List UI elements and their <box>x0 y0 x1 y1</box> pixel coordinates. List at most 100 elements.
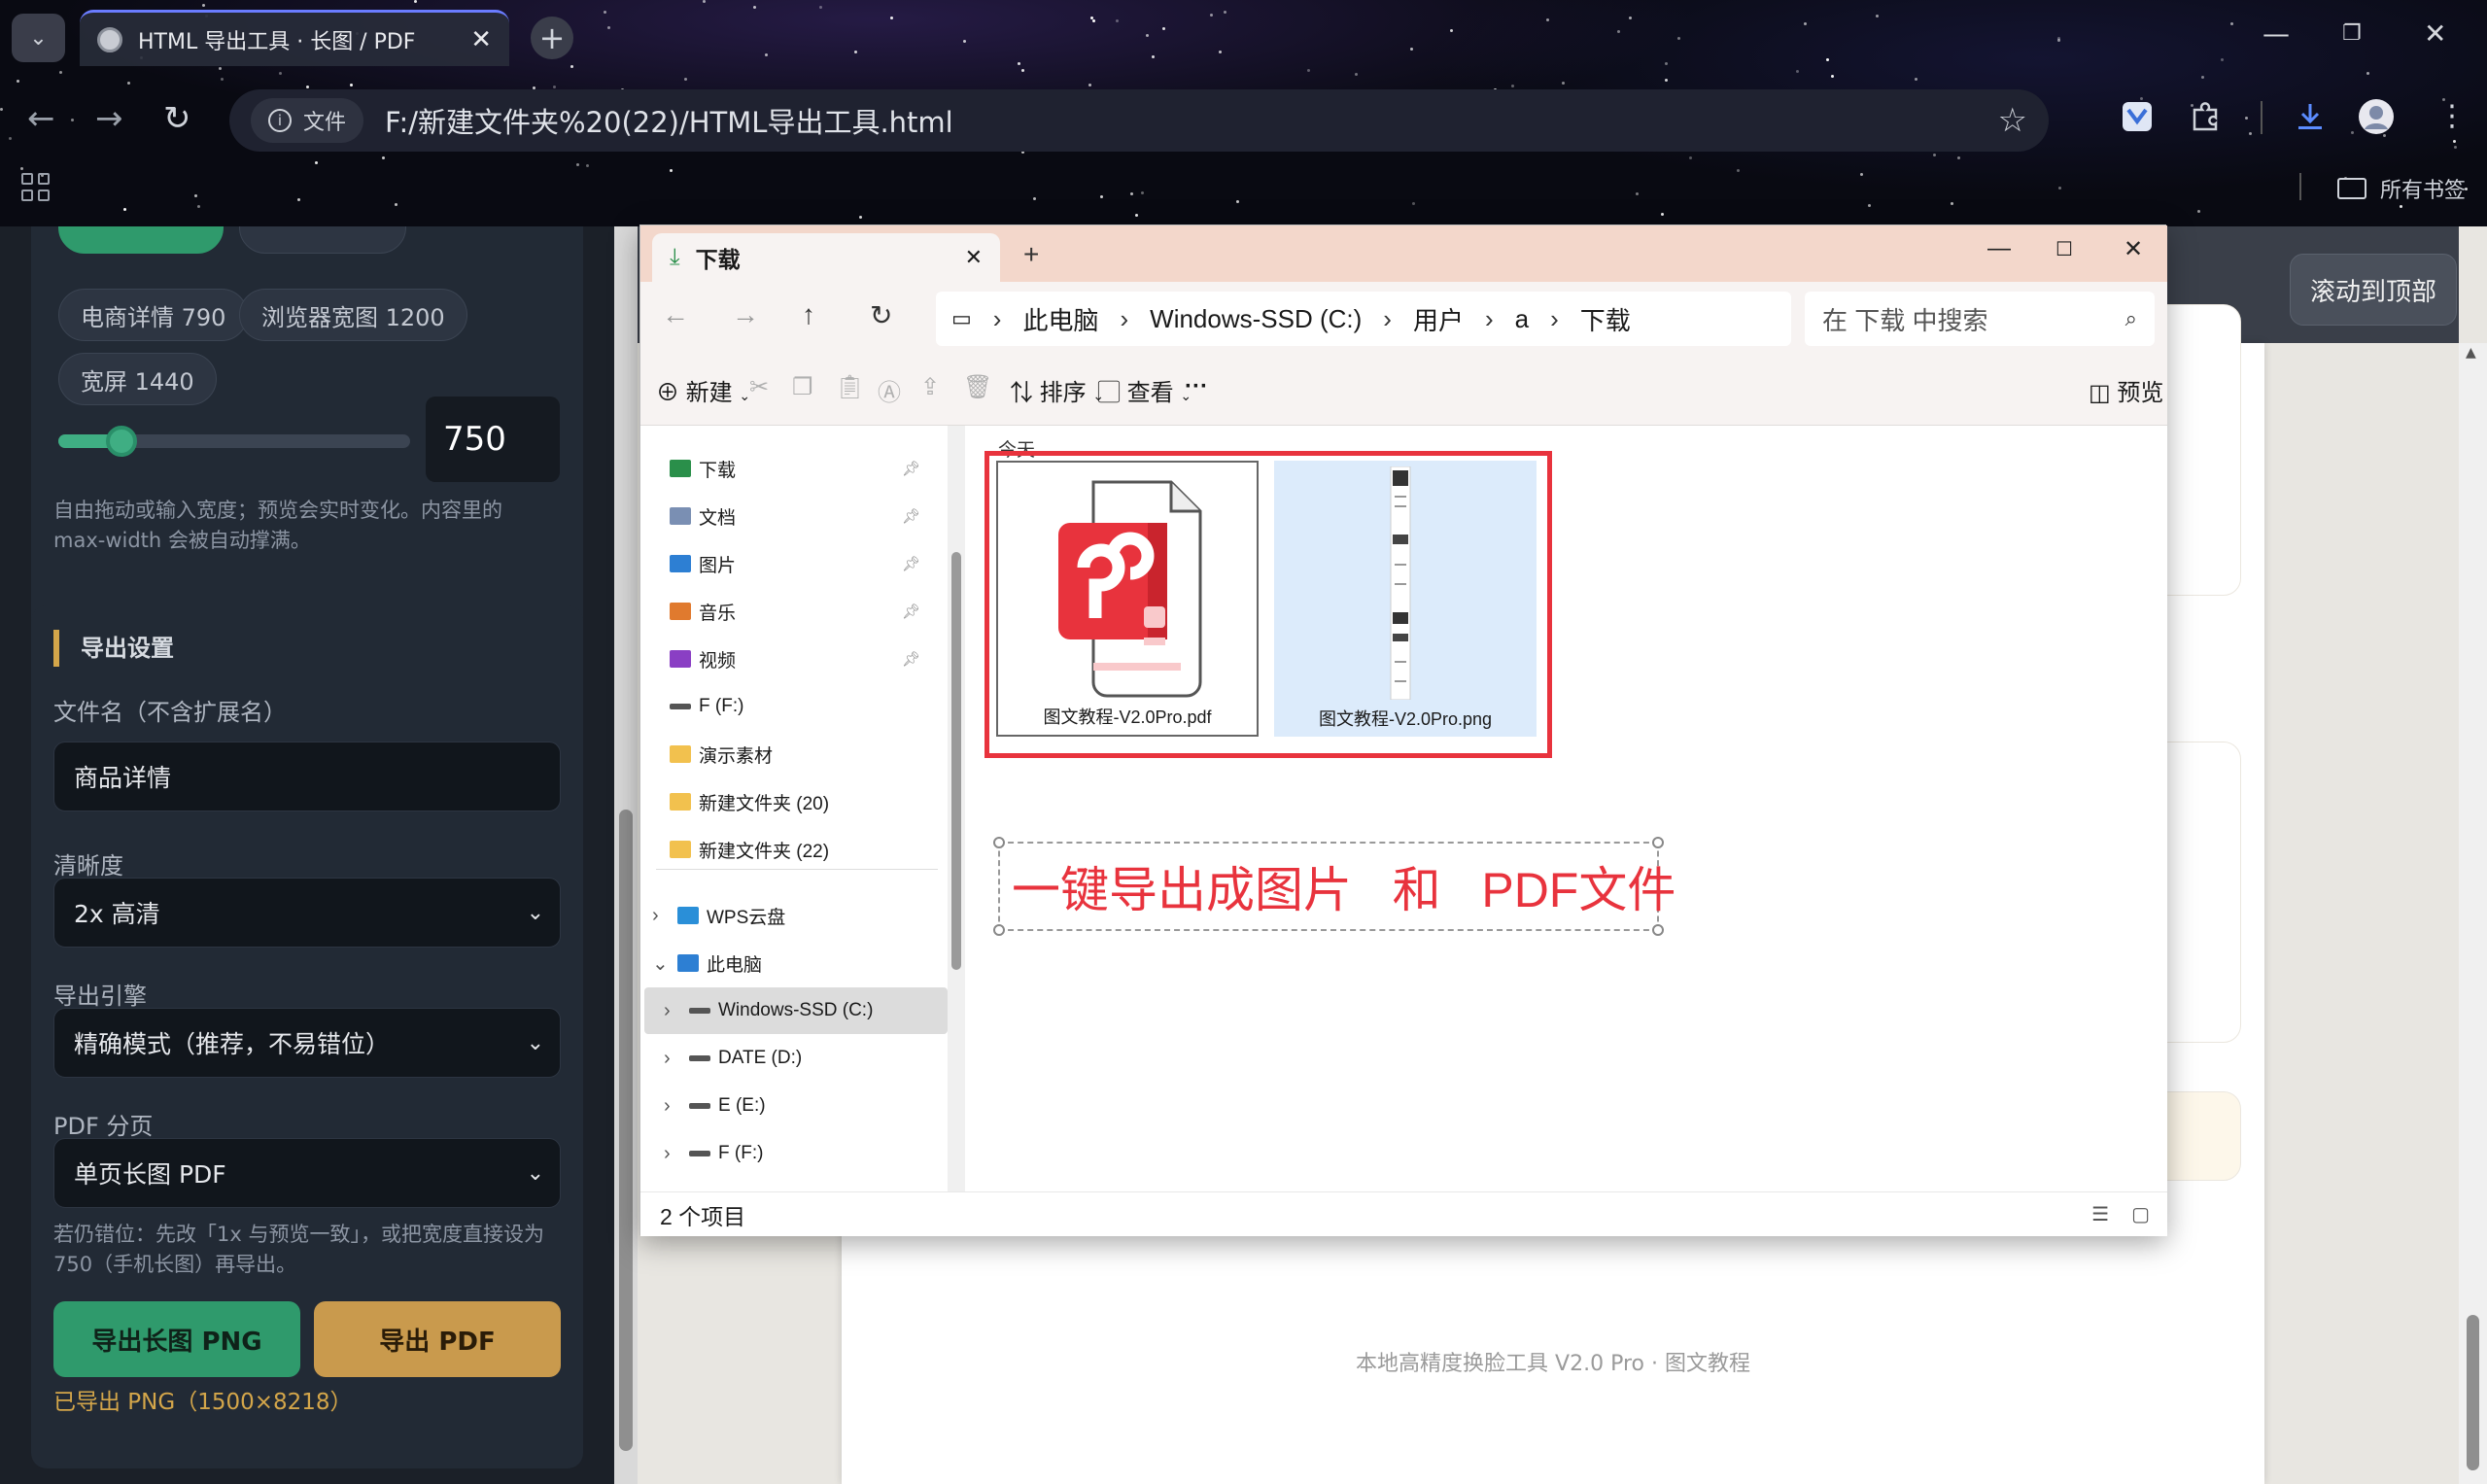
up-button[interactable]: ↑ <box>802 299 815 330</box>
pin-icon[interactable]: 📌︎ <box>902 460 920 477</box>
tiles-view-icon[interactable]: ▢ <box>2131 1202 2150 1226</box>
share-icon[interactable]: ⇪ <box>920 373 940 401</box>
close-icon[interactable]: ✕ <box>965 245 983 270</box>
reload-button[interactable]: ↻ <box>163 99 191 138</box>
minimize-button[interactable]: — <box>1987 235 2011 262</box>
chip-active[interactable] <box>58 226 224 254</box>
puzzle-icon[interactable] <box>2189 100 2222 133</box>
preview-pane-button[interactable]: ◫ 预览 <box>2089 373 2163 407</box>
pin-icon[interactable]: 📌︎ <box>902 507 920 525</box>
engine-select[interactable]: 精确模式（推荐，不易错位） ⌄ <box>53 1008 561 1078</box>
apps-grid-icon[interactable] <box>21 173 50 201</box>
new-tab-button[interactable]: + <box>531 17 573 59</box>
nav-item-tree[interactable]: › F (F:) <box>640 1130 932 1177</box>
download-icon[interactable] <box>2294 100 2327 133</box>
clarity-select[interactable]: 2x 高清 ⌄ <box>53 878 561 948</box>
nav-item-tree[interactable]: › WPS云盘 <box>640 892 932 939</box>
nav-item-tree[interactable]: › Windows-SSD (C:) <box>640 987 932 1034</box>
breadcrumb[interactable]: ▭ › 此电脑 › Windows-SSD (C:) › 用户 › a › 下载 <box>936 292 1791 346</box>
explorer-tab[interactable]: ⤓ 下载 ✕ <box>652 233 1000 282</box>
filename-input[interactable]: 商品详情 <box>53 742 561 811</box>
nav-item-quick-access[interactable]: 图片 📌︎ <box>640 540 932 587</box>
site-info-button[interactable]: i 文件 <box>251 98 364 143</box>
annotation-text[interactable]: 一键导出成图片 和 PDF文件 <box>993 837 1675 936</box>
nav-item-tree[interactable]: ⌄ 此电脑 <box>640 940 932 986</box>
refresh-button[interactable]: ↻ <box>870 299 892 331</box>
nav-item-quick-access[interactable]: 音乐 📌︎ <box>640 588 932 635</box>
nav-item-tree[interactable]: › E (E:) <box>640 1083 932 1129</box>
panel-scrollbar[interactable] <box>614 226 638 1484</box>
url-text[interactable]: F:/新建文件夹%20(22)/HTML导出工具.html <box>385 100 1998 141</box>
nav-item-quick-access[interactable]: 新建文件夹 (22) <box>640 826 932 873</box>
chip-browser-1200[interactable]: 浏览器宽图 1200 <box>239 289 467 341</box>
nav-item-quick-access[interactable]: F (F:) <box>640 683 932 730</box>
back-button[interactable]: ← <box>27 99 55 138</box>
details-view-icon[interactable]: ☰ <box>2091 1202 2109 1226</box>
scrollbar-thumb[interactable] <box>2467 1315 2479 1470</box>
chip-ecommerce-790[interactable]: 电商详情 790 <box>58 289 249 341</box>
chip-wide-1440[interactable]: 宽屏 1440 <box>58 353 217 405</box>
maximize-button[interactable]: ☐ <box>2055 237 2073 261</box>
resize-handle[interactable] <box>1652 924 1664 936</box>
pin-icon[interactable]: 📌︎ <box>902 555 920 572</box>
close-window-button[interactable]: ✕ <box>2124 235 2143 263</box>
bookmark-star-icon[interactable]: ☆ <box>1998 101 2027 140</box>
nav-item-quick-access[interactable]: 文档 📌︎ <box>640 493 932 539</box>
sort-button[interactable]: ⇅ 排序 ⌄ <box>1010 373 1104 407</box>
address-bar[interactable]: i 文件 F:/新建文件夹%20(22)/HTML导出工具.html ☆ <box>229 89 2049 152</box>
more-options-button[interactable]: ··· <box>1185 373 1208 400</box>
nav-item-quick-access[interactable]: 视频 📌︎ <box>640 636 932 682</box>
close-icon[interactable]: ✕ <box>470 25 492 54</box>
search-input[interactable]: 在 下载 中搜索 ⌕ <box>1805 292 2155 346</box>
resize-handle[interactable] <box>993 924 1005 936</box>
crumb-users[interactable]: 用户 <box>1413 301 1464 337</box>
export-png-button[interactable]: 导出长图 PNG <box>53 1301 300 1377</box>
width-input[interactable]: 750 <box>426 397 560 482</box>
tab-search-button[interactable]: ⌄ <box>12 14 65 62</box>
back-button[interactable]: ← <box>662 299 689 330</box>
minimize-button[interactable]: — <box>2262 17 2290 50</box>
new-tab-button[interactable]: + <box>1023 239 1039 270</box>
copy-icon[interactable]: ❐ <box>792 373 813 401</box>
delete-icon[interactable]: 🗑︎ <box>963 373 992 401</box>
new-button[interactable]: ⊕ 新建 ⌄ <box>656 373 750 407</box>
scrollbar-thumb[interactable] <box>619 810 633 1451</box>
nav-item-tree[interactable]: › DATE (D:) <box>640 1035 932 1082</box>
cut-icon[interactable]: ✂ <box>749 373 769 401</box>
forward-button[interactable]: → <box>732 299 759 330</box>
pdf-pagination-select[interactable]: 单页长图 PDF ⌄ <box>53 1138 561 1208</box>
rename-icon[interactable]: Ⓐ <box>878 373 901 407</box>
view-button[interactable]: ▢ 查看 ⌄ <box>1097 373 1192 407</box>
crumb-a[interactable]: a <box>1515 304 1529 334</box>
resize-handle[interactable] <box>993 837 1005 848</box>
paste-icon[interactable]: 📋︎ <box>835 373 864 401</box>
pin-icon[interactable]: 📌︎ <box>902 603 920 620</box>
chevron-right-icon[interactable]: › <box>652 905 677 927</box>
resize-handle[interactable] <box>1652 837 1664 848</box>
nav-item-quick-access[interactable]: 演示素材 <box>640 731 932 777</box>
chevron-right-icon[interactable]: › <box>664 1095 689 1118</box>
scroll-up-icon[interactable]: ▲ <box>2466 345 2476 361</box>
close-window-button[interactable]: ✕ <box>2424 17 2446 50</box>
chevron-right-icon[interactable]: › <box>664 1048 689 1070</box>
nav-item-tree[interactable]: ›G (G:) <box>640 1178 932 1192</box>
chevron-down-icon[interactable]: ⌄ <box>652 951 677 976</box>
extension-icon[interactable] <box>2121 100 2154 133</box>
nav-item-quick-access[interactable]: 新建文件夹 (20) <box>640 778 932 825</box>
all-bookmarks-button[interactable]: 所有书签 <box>2336 173 2466 204</box>
crumb-downloads[interactable]: 下载 <box>1580 301 1631 337</box>
chevron-right-icon[interactable]: › <box>664 1000 689 1022</box>
nav-item-quick-access[interactable]: 下载 📌︎ <box>640 445 932 492</box>
pin-icon[interactable]: 📌︎ <box>902 650 920 668</box>
page-scrollbar[interactable]: ▲ <box>2459 343 2487 1484</box>
chip-preset-hidden[interactable] <box>239 226 406 254</box>
profile-avatar[interactable] <box>2358 98 2395 135</box>
forward-button[interactable]: → <box>95 99 123 138</box>
scroll-to-top-button[interactable]: 滚动到顶部 <box>2290 254 2457 326</box>
chevron-right-icon[interactable]: › <box>664 1143 689 1165</box>
more-menu-icon[interactable]: ⋮ <box>2437 99 2467 133</box>
restore-button[interactable]: ❐ <box>2342 21 2362 46</box>
browser-tab-active[interactable]: HTML 导出工具 · 长图 / PDF ✕ <box>80 10 509 66</box>
nav-scrollbar[interactable] <box>948 426 965 1191</box>
scrollbar-thumb[interactable] <box>951 552 961 970</box>
